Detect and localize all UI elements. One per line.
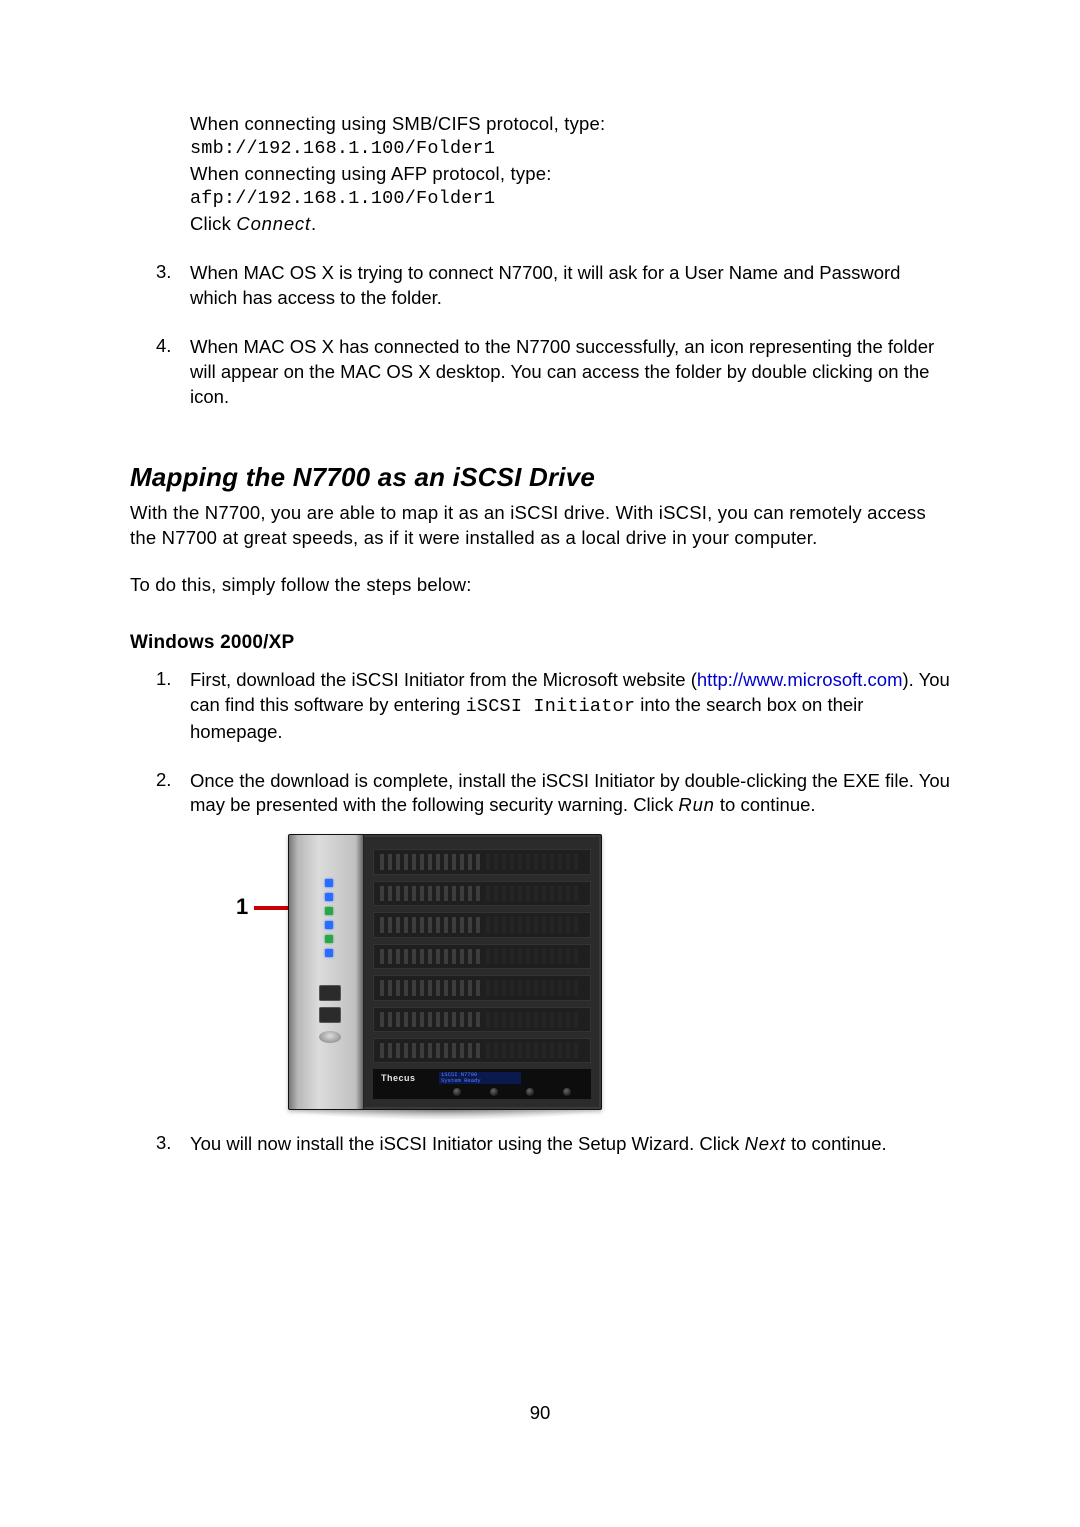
mac-steps-list: 3. When MAC OS X is trying to connect N7… [156,261,950,410]
step-number: 3. [156,1132,190,1157]
section-intro-text: With the N7700, you are able to map it a… [130,501,950,551]
led-icon [325,935,333,943]
step-text: When MAC OS X is trying to connect N7700… [190,261,950,311]
s3-em: Next [745,1133,786,1154]
device-callout-number: 1 [236,894,248,920]
s2-part-b: to continue. [715,794,816,815]
mac-step-3: 3. When MAC OS X is trying to connect N7… [156,261,950,311]
smb-label: When connecting using SMB/CIFS protocol,… [190,112,950,137]
section-heading-iscsi: Mapping the N7700 as an iSCSI Drive [130,462,950,493]
drive-bay-icon [373,1038,591,1063]
device-shadow [288,1110,600,1120]
led-icon [325,893,333,901]
nav-button-icon [490,1088,498,1096]
s1-mono: iSCSI Initiator [466,696,636,717]
mac-step-4: 4. When MAC OS X has connected to the N7… [156,335,950,410]
drive-bay-icon [373,912,591,937]
brand-logo-text: Thecus [381,1073,416,1083]
nav-button-icon [526,1088,534,1096]
microsoft-link[interactable]: http://www.microsoft.com [697,669,903,690]
step-text: When MAC OS X has connected to the N7700… [190,335,950,410]
step-text: You will now install the iSCSI Initiator… [190,1132,950,1157]
step-text: Once the download is complete, install t… [190,769,950,819]
step-number: 3. [156,261,190,311]
smb-url: smb://192.168.1.100/Folder1 [190,137,950,162]
s2-part-a: Once the download is complete, install t… [190,770,950,816]
connect-action: Connect [236,213,311,234]
drive-bay-group [373,849,591,1063]
status-led-group [325,879,333,963]
click-connect-line: Click Connect. [190,212,950,237]
step-number: 4. [156,335,190,410]
afp-label: When connecting using AFP protocol, type… [190,162,950,187]
windows-steps-list: 1. First, download the iSCSI Initiator f… [156,668,950,1158]
led-icon [325,879,333,887]
s3-part-b: to continue. [786,1133,887,1154]
s3-part-a: You will now install the iSCSI Initiator… [190,1133,745,1154]
led-icon [325,907,333,915]
click-suffix: . [311,213,316,234]
step-text: First, download the iSCSI Initiator from… [190,668,950,745]
nas-device-icon: Thecus iSCSI N7700 System Ready [288,834,602,1110]
subsection-heading-windows: Windows 2000/XP [130,632,950,654]
nav-button-icon [453,1088,461,1096]
section-followup-text: To do this, simply follow the steps belo… [130,573,950,598]
drive-bay-icon [373,881,591,906]
device-front-panel [289,835,364,1109]
led-icon [325,949,333,957]
step-number: 2. [156,769,190,819]
win-step-3: 3. You will now install the iSCSI Initia… [156,1132,950,1157]
usb-port-icon [319,985,341,1001]
step-number: 1. [156,668,190,745]
nav-button-icon [563,1088,571,1096]
s2-em: Run [678,794,714,815]
device-lcd: iSCSI N7700 System Ready [439,1072,521,1084]
page-number: 90 [0,1402,1080,1424]
s1-part-a: First, download the iSCSI Initiator from… [190,669,697,690]
protocol-instruction-block: When connecting using SMB/CIFS protocol,… [190,112,950,237]
led-icon [325,921,333,929]
win-step-1: 1. First, download the iSCSI Initiator f… [156,668,950,745]
drive-bay-icon [373,849,591,874]
device-brand-strip: Thecus iSCSI N7700 System Ready [373,1069,591,1099]
drive-bay-icon [373,975,591,1000]
device-figure: 1 [248,834,600,1120]
drive-bay-icon [373,1007,591,1032]
drive-bay-icon [373,944,591,969]
win-step-2: 2. Once the download is complete, instal… [156,769,950,819]
click-prefix: Click [190,213,236,234]
usb-port-icon [319,1007,341,1023]
device-nav-buttons [439,1087,585,1097]
power-button-icon [319,1031,341,1043]
afp-url: afp://192.168.1.100/Folder1 [190,187,950,212]
